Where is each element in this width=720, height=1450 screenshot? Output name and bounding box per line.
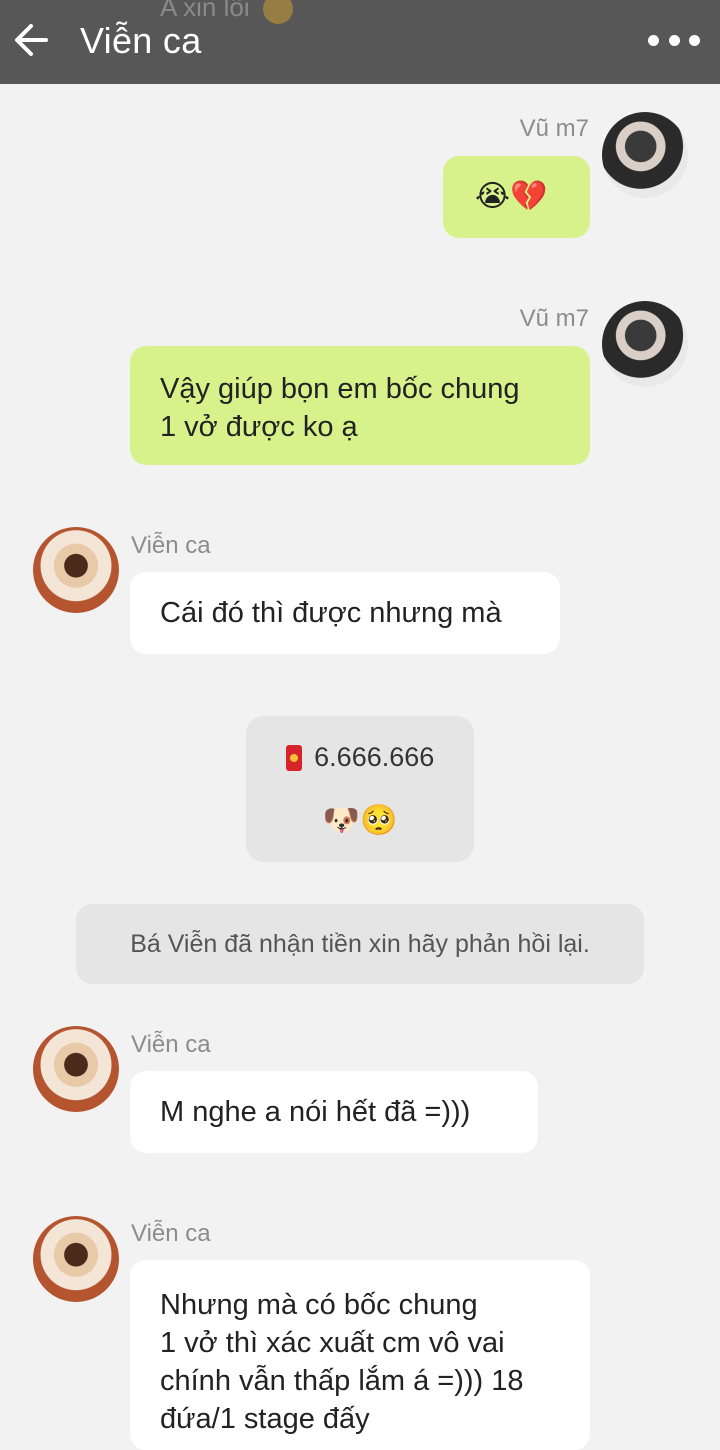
previous-message-text: A xin lỗi xyxy=(160,0,250,22)
message-bubble[interactable]: Nhưng mà có bốc chung 1 vở thì xác xuất … xyxy=(130,1260,590,1450)
envelope-emoji: 🐶🥺 xyxy=(322,804,398,837)
message-line: đứa/1 stage đấy xyxy=(160,1403,370,1435)
sender-name: Vũ m7 xyxy=(519,305,589,332)
system-notice-text: Bá Viễn đã nhận tiền xin hãy phản hồi lạ… xyxy=(130,929,590,958)
envelope-row: 6.666.666 xyxy=(246,742,474,773)
system-notice: Bá Viễn đã nhận tiền xin hãy phản hồi lạ… xyxy=(76,904,644,984)
message-bubble[interactable]: M nghe a nói hết đã =))) xyxy=(130,1071,538,1153)
chat-header: A xin lỗi Viễn ca xyxy=(0,0,720,84)
sad-face-emoji xyxy=(262,0,293,25)
message-line: 1 vở thì xác xuất cm vô vai xyxy=(160,1327,505,1359)
message-line: chính vẫn thấp lắm á =))) 18 xyxy=(160,1365,524,1397)
sender-name: Viễn ca xyxy=(131,1031,211,1058)
avatar[interactable] xyxy=(33,1026,119,1112)
red-envelope-card[interactable]: 6.666.666 🐶🥺 xyxy=(246,716,474,862)
avatar[interactable] xyxy=(602,301,688,387)
message-line: 1 vở được ko ạ xyxy=(160,411,358,443)
sender-name: Viễn ca xyxy=(131,532,211,559)
envelope-amount: 6.666.666 xyxy=(314,742,435,772)
message-bubble[interactable]: Vậy giúp bọn em bốc chung 1 vở được ko ạ xyxy=(130,346,590,465)
message-text: 😭💔 xyxy=(475,180,548,213)
red-envelope-icon xyxy=(285,744,302,771)
message-bubble[interactable]: 😭💔 xyxy=(443,156,590,238)
avatar[interactable] xyxy=(33,527,119,613)
back-arrow-icon[interactable] xyxy=(12,18,52,62)
avatar[interactable] xyxy=(602,112,688,198)
avatar[interactable] xyxy=(33,1216,119,1302)
message-bubble[interactable]: Cái đó thì được nhưng mà xyxy=(130,572,560,654)
chat-title: Viễn ca xyxy=(80,20,202,61)
more-options-icon[interactable] xyxy=(648,30,700,50)
message-text: Cái đó thì được nhưng mà xyxy=(160,597,502,629)
sender-name: Vũ m7 xyxy=(519,115,589,142)
message-text: M nghe a nói hết đã =))) xyxy=(160,1096,471,1128)
message-line: Nhưng mà có bốc chung xyxy=(160,1289,478,1321)
message-line: Vậy giúp bọn em bốc chung xyxy=(160,373,520,405)
sender-name: Viễn ca xyxy=(131,1220,211,1247)
